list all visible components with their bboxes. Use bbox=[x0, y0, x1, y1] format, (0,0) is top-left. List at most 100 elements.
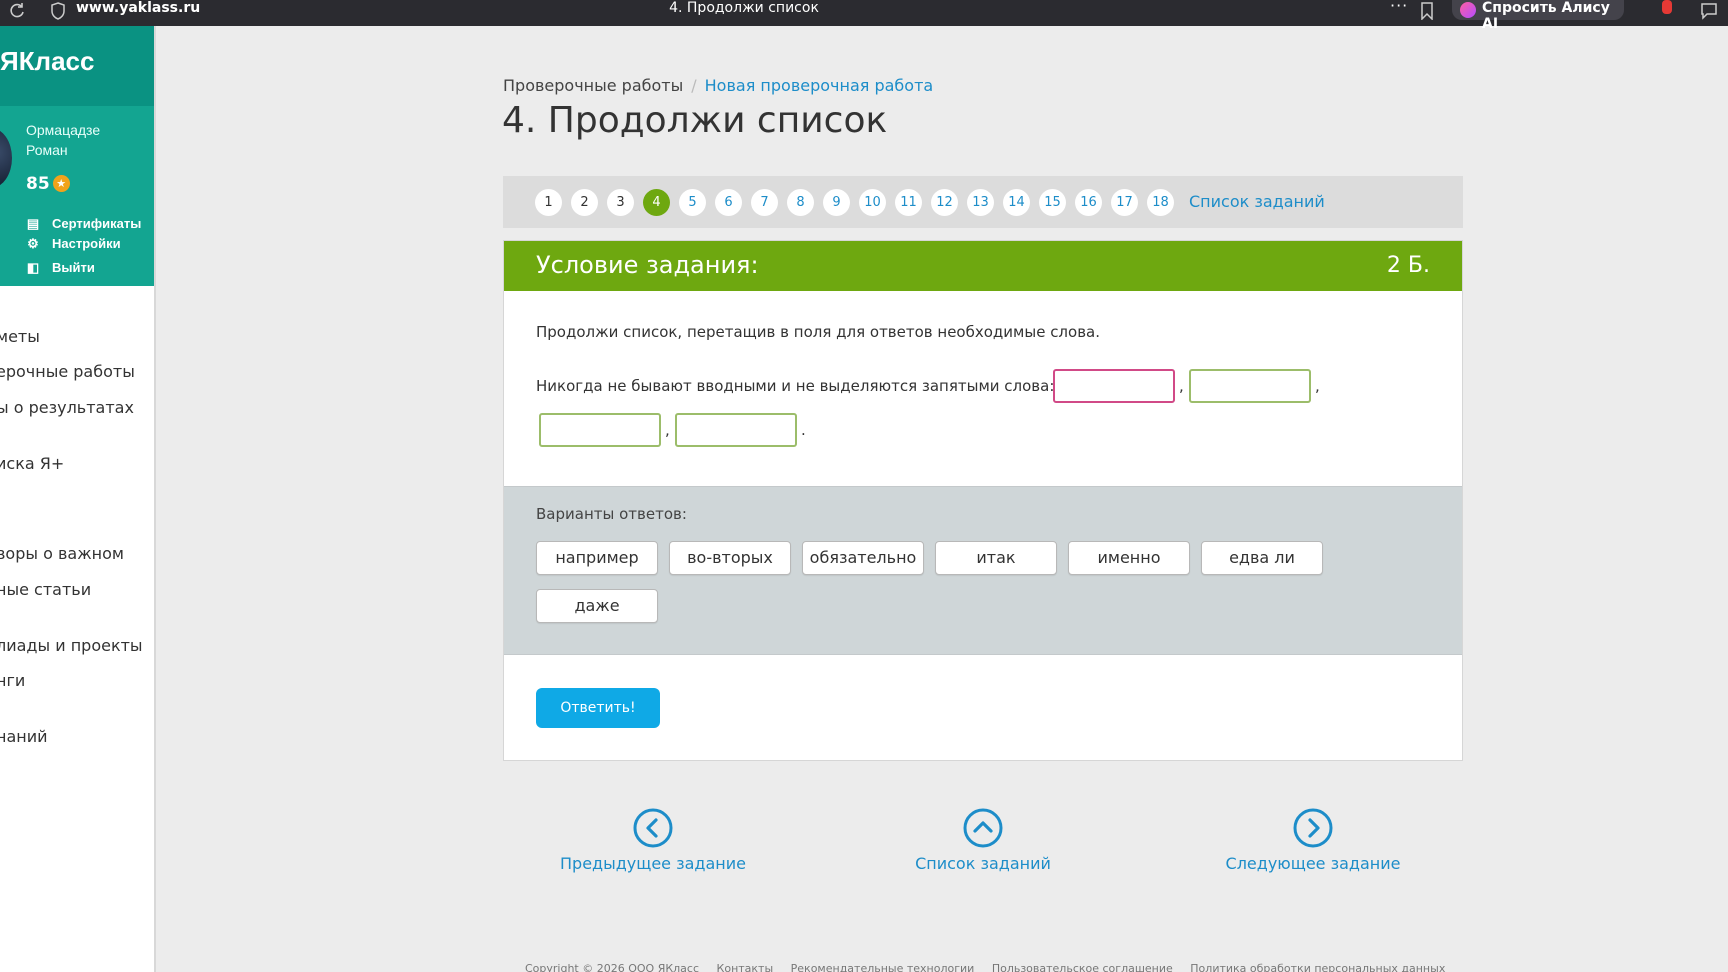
task-number-5[interactable]: 5 bbox=[679, 189, 706, 216]
task-number-16[interactable]: 16 bbox=[1075, 189, 1102, 216]
task-number-8[interactable]: 8 bbox=[787, 189, 814, 216]
task-list-bottom-link[interactable]: Список заданий bbox=[883, 808, 1083, 873]
chevron-right-icon bbox=[1293, 808, 1333, 848]
option-chip[interactable]: обязательно bbox=[802, 541, 924, 575]
task-list-link[interactable]: Список заданий bbox=[1189, 192, 1325, 211]
task-number-15[interactable]: 15 bbox=[1039, 189, 1066, 216]
task-number-10[interactable]: 10 bbox=[859, 189, 886, 216]
logout-label: Выйти bbox=[52, 260, 95, 275]
task-number-7[interactable]: 7 bbox=[751, 189, 778, 216]
answer-slot-3[interactable] bbox=[539, 413, 661, 447]
sidebar-item-tests[interactable]: ерочные работы bbox=[0, 362, 135, 381]
comma-separator: , bbox=[1179, 377, 1184, 395]
sidebar-item-ratings[interactable]: нги bbox=[0, 671, 25, 690]
extension-icon[interactable] bbox=[1658, 0, 1676, 18]
answer-options-panel: Варианты ответов: например во-вторых обя… bbox=[504, 486, 1462, 655]
answer-slot-1[interactable] bbox=[1053, 369, 1175, 403]
logout-link[interactable]: ◧ Выйти bbox=[26, 260, 95, 276]
ask-alice-label: Спросить Алису AI bbox=[1482, 0, 1610, 32]
answer-options-label: Варианты ответов: bbox=[536, 505, 687, 523]
gear-icon: ⚙ bbox=[27, 236, 39, 251]
reload-icon[interactable] bbox=[8, 2, 26, 20]
address-bar-url[interactable]: www.yaklass.ru bbox=[76, 0, 200, 16]
option-chip[interactable]: например bbox=[536, 541, 658, 575]
task-number-17[interactable]: 17 bbox=[1111, 189, 1138, 216]
task-header: Условие задания: 2 Б. bbox=[504, 241, 1462, 291]
submit-answer-button[interactable]: Ответить! bbox=[536, 688, 660, 728]
task-list-bottom-label: Список заданий bbox=[915, 854, 1051, 873]
option-chip[interactable]: едва ли bbox=[1201, 541, 1323, 575]
task-pager: 1 2 3 4 5 6 7 8 9 10 11 12 13 14 15 16 1… bbox=[503, 176, 1463, 228]
answer-slot-2[interactable] bbox=[1189, 369, 1311, 403]
certificates-link[interactable]: ▤ Сертификаты bbox=[26, 216, 141, 232]
ask-alice-button[interactable]: Спросить Алису AI bbox=[1452, 0, 1624, 32]
task-number-12[interactable]: 12 bbox=[931, 189, 958, 216]
answer-slot-4[interactable] bbox=[675, 413, 797, 447]
next-task-label: Следующее задание bbox=[1225, 854, 1401, 873]
sidebar-item-subscription[interactable]: иска Я+ bbox=[0, 454, 64, 473]
task-number-1[interactable]: 1 bbox=[535, 189, 562, 216]
comma-separator: , bbox=[1315, 377, 1320, 395]
task-points: 2 Б. bbox=[1386, 253, 1430, 278]
footer: Copyright © 2026 ООО ЯКласс Контакты Рек… bbox=[525, 962, 1459, 972]
tab-title: 4. Продолжи список bbox=[669, 0, 819, 16]
task-question: Никогда не бывают вводными и не выделяют… bbox=[536, 377, 1055, 395]
bookmark-icon[interactable] bbox=[1420, 2, 1434, 20]
previous-task-label: Предыдущее задание bbox=[560, 854, 746, 873]
avatar[interactable] bbox=[0, 128, 12, 188]
browser-toolbar: www.yaklass.ru 4. Продолжи список ··· Сп… bbox=[0, 0, 1728, 32]
logout-icon: ◧ bbox=[26, 260, 40, 275]
sidebar: ЯКласс Ормацадзе Роман 85 ★ ▤ Сертификаты … bbox=[0, 26, 156, 972]
task-number-13[interactable]: 13 bbox=[967, 189, 994, 216]
breadcrumb-current[interactable]: Новая проверочная работа bbox=[705, 76, 934, 95]
task-number-3[interactable]: 3 bbox=[607, 189, 634, 216]
chevron-up-icon bbox=[963, 808, 1003, 848]
breadcrumb: Проверочные работы / Новая проверочная раб… bbox=[503, 76, 933, 95]
comma-separator: , bbox=[665, 421, 670, 439]
task-number-4[interactable]: 4 bbox=[643, 189, 670, 216]
option-chip[interactable]: именно bbox=[1068, 541, 1190, 575]
task-number-2[interactable]: 2 bbox=[571, 189, 598, 216]
task-card: Условие задания: 2 Б. Продолжи список, п… bbox=[503, 240, 1463, 761]
task-number-18[interactable]: 18 bbox=[1147, 189, 1174, 216]
footer-agreement-link[interactable]: Пользовательское соглашение bbox=[992, 962, 1173, 972]
task-number-6[interactable]: 6 bbox=[715, 189, 742, 216]
sidebar-item-olympiads[interactable]: лиады и проекты bbox=[0, 636, 143, 655]
user-profile: Ормацадзе Роман 85 ★ ▤ Сертификаты ⚙ Настро… bbox=[0, 106, 154, 286]
task-number-9[interactable]: 9 bbox=[823, 189, 850, 216]
alice-icon bbox=[1460, 2, 1476, 18]
chevron-left-icon bbox=[633, 808, 673, 848]
settings-label: Настройки bbox=[52, 236, 121, 251]
option-chip[interactable]: во-вторых bbox=[669, 541, 791, 575]
settings-link[interactable]: ⚙ Настройки bbox=[26, 236, 121, 252]
next-task-link[interactable]: Следующее задание bbox=[1213, 808, 1413, 873]
footer-tech-link[interactable]: Рекомендательные технологии bbox=[791, 962, 975, 972]
sidebar-item-knowledge[interactable]: наний bbox=[0, 727, 48, 746]
star-icon: ★ bbox=[52, 175, 70, 192]
breadcrumb-root[interactable]: Проверочные работы bbox=[503, 76, 683, 95]
user-name-line1: Ормацадзе bbox=[26, 122, 101, 138]
footer-privacy-link[interactable]: Политика обработки персональных данных bbox=[1190, 962, 1445, 972]
user-name-line2: Роман bbox=[26, 142, 68, 158]
shield-icon[interactable] bbox=[50, 2, 66, 20]
task-number-11[interactable]: 11 bbox=[895, 189, 922, 216]
option-chip[interactable]: даже bbox=[536, 589, 658, 623]
certificate-icon: ▤ bbox=[26, 216, 40, 231]
sidebar-item-articles[interactable]: ные статьи bbox=[0, 580, 91, 599]
footer-contacts-link[interactable]: Контакты bbox=[717, 962, 774, 972]
more-icon[interactable]: ··· bbox=[1390, 0, 1408, 15]
sidebar-item-subjects[interactable]: меты bbox=[0, 327, 40, 346]
task-header-title: Условие задания: bbox=[536, 251, 759, 279]
logo[interactable]: ЯКласс bbox=[0, 46, 94, 77]
previous-task-link[interactable]: Предыдущее задание bbox=[553, 808, 753, 873]
period-separator: . bbox=[801, 421, 806, 439]
user-name[interactable]: Ормацадзе Роман bbox=[26, 120, 100, 160]
footer-copyright: Copyright © 2026 ООО ЯКласс bbox=[525, 962, 700, 972]
task-number-14[interactable]: 14 bbox=[1003, 189, 1030, 216]
certificates-label: Сертификаты bbox=[52, 216, 142, 231]
sidebar-item-results[interactable]: ы о результатах bbox=[0, 398, 134, 417]
chat-icon[interactable] bbox=[1700, 2, 1718, 20]
sidebar-item-talks[interactable]: воры о важном bbox=[0, 544, 124, 563]
page-title: 4. Продолжи список bbox=[502, 100, 888, 141]
option-chip[interactable]: итак bbox=[935, 541, 1057, 575]
